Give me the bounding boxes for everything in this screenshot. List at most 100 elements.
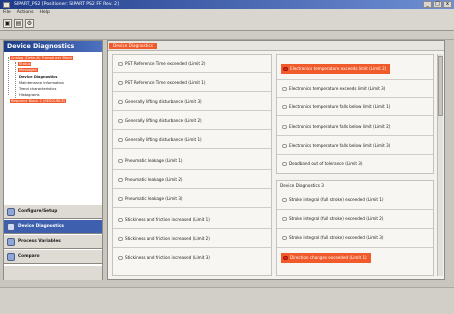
divider	[113, 91, 271, 92]
divider	[277, 228, 433, 229]
status-led-icon	[118, 158, 123, 164]
diagnostics-group-3: Device Diagnostics 3 Stroke integral (fu…	[276, 180, 434, 276]
diag-item[interactable]: Stroke integral (full stroke) exceeded (…	[280, 214, 387, 224]
diag-item-label: Stickiness and friction increased (Limit…	[125, 217, 210, 222]
diag-item-label: Generally lifting disturbance (Limit 1)	[125, 137, 202, 142]
status-led-icon	[282, 124, 287, 130]
diag-item[interactable]: Generally lifting disturbance (Limit 3)	[116, 97, 206, 107]
diag-item[interactable]: Pneumatic leakage (Limit 3)	[116, 194, 187, 204]
status-led-icon	[118, 118, 123, 124]
status-led-icon	[118, 196, 123, 202]
diag-item[interactable]: Electronics temperature falls below limi…	[280, 141, 394, 151]
diag-item[interactable]: Stickiness and friction increased (Limit…	[116, 253, 214, 263]
diag-item[interactable]: Stroke integral (full stroke) exceeded (…	[280, 195, 387, 205]
diag-item-label: PST Reference Time exceeded (Limit 2)	[125, 61, 206, 66]
menu-file[interactable]: File	[3, 9, 11, 17]
status-led-icon	[282, 104, 287, 110]
diag-item[interactable]: PST Reference Time exceeded (Limit 1)	[116, 78, 209, 88]
status-led-icon	[282, 143, 287, 149]
tree-item-label: Histograms	[19, 93, 40, 98]
status-led-icon	[118, 99, 123, 105]
device-tree: Analog (Default) Transducer Block Status…	[4, 52, 102, 202]
window-controls: _ □ x	[423, 1, 452, 8]
status-led-icon	[118, 177, 123, 183]
nav-comparo[interactable]: Comparo	[4, 249, 102, 264]
scrollbar-thumb[interactable]	[438, 56, 443, 116]
close-button[interactable]: x	[443, 1, 452, 8]
diagnostics-group-2: Electronics temperature exceeds limit (L…	[276, 54, 434, 174]
tree-item-label: Maintenance information	[19, 80, 65, 85]
divider	[113, 247, 271, 248]
diag-item[interactable]: Generally lifting disturbance (Limit 1)	[116, 135, 206, 145]
alarm-led-icon	[283, 255, 288, 261]
diag-item[interactable]: Pneumatic leakage (Limit 1)	[116, 156, 187, 166]
divider	[277, 79, 433, 80]
tree-item-label: Device Diagnostics	[19, 74, 58, 79]
status-led-icon	[282, 197, 287, 203]
compare-icon	[7, 252, 15, 261]
menu-actions[interactable]: Actions	[17, 9, 34, 17]
tree-item-label: Resource Block 2 (RESOURCE)	[10, 99, 67, 104]
status-led-icon	[118, 255, 123, 261]
menu-help[interactable]: Help	[39, 9, 49, 17]
tree-item-label: Status	[18, 62, 32, 67]
device-icon[interactable]: ▤	[14, 19, 23, 28]
nav-configure-setup[interactable]: Configure/Setup	[4, 204, 102, 219]
nav-label: Process Variables	[18, 239, 61, 244]
minimize-button[interactable]: _	[423, 1, 432, 8]
process-variables-icon	[7, 237, 15, 246]
diagnostics-scrollbar[interactable]	[437, 54, 443, 276]
diag-item-label: Generally lifting disturbance (Limit 3)	[125, 99, 202, 104]
diag-item[interactable]: Electronics temperature falls below limi…	[280, 102, 394, 112]
diag-item-label: Deadband out of tolerance (Limit 3)	[289, 161, 363, 166]
divider	[113, 228, 271, 229]
diag-item[interactable]: Stickiness and friction increased (Limit…	[116, 215, 214, 225]
diag-item-label: Electronics temperature exceeds limit (L…	[290, 66, 387, 71]
diag-item[interactable]: Deadband out of tolerance (Limit 3)	[280, 159, 367, 169]
diag-item[interactable]: Pneumatic leakage (Limit 2)	[116, 175, 187, 185]
divider	[277, 209, 433, 210]
status-led-icon	[282, 86, 287, 92]
diagnostics-panel-header: Device Diagnostics	[108, 41, 444, 51]
nav-process-variables[interactable]: Process Variables	[4, 234, 102, 249]
divider	[113, 148, 271, 149]
window-title-bar: SIPART_PS2 [Positioner: SIPART PS2 FF Re…	[0, 0, 454, 9]
diagnostics-tab[interactable]: Device Diagnostics	[109, 43, 157, 49]
group-title: Device Diagnostics 3	[280, 183, 324, 188]
diagnostics-panel: Device Diagnostics PST Reference Time ex…	[107, 40, 445, 280]
status-led-icon	[282, 161, 287, 167]
diagnostics-list-left: PST Reference Time exceeded (Limit 2) PS…	[112, 54, 272, 276]
toolbar-strip	[0, 31, 454, 40]
nav-label: Device Diagnostics	[18, 224, 64, 229]
diag-item-label: Stickiness and friction increased (Limit…	[125, 255, 210, 260]
diag-item-label: Generally lifting disturbance (Limit 2)	[125, 118, 202, 123]
diag-item[interactable]: Electronics temperature exceeds limit (L…	[280, 84, 389, 94]
network-icon[interactable]: ⚙	[25, 19, 34, 28]
status-bar	[0, 287, 454, 314]
menu-bar: File Actions Help	[0, 9, 454, 17]
navigation-footer	[4, 266, 102, 280]
disk-icon[interactable]: ▣	[3, 19, 12, 28]
divider	[113, 110, 271, 111]
nav-device-diagnostics[interactable]: Device Diagnostics	[4, 219, 102, 234]
divider	[277, 247, 433, 248]
divider	[113, 129, 271, 130]
diag-item-label: PST Reference Time exceeded (Limit 1)	[125, 80, 206, 85]
divider	[113, 169, 271, 170]
divider	[277, 115, 433, 116]
maximize-button[interactable]: □	[433, 1, 442, 8]
status-led-icon	[282, 235, 287, 241]
diag-item-label: Stroke integral (full stroke) exceeded (…	[289, 197, 384, 202]
navigation-panel: Device Diagnostics Analog (Default) Tran…	[3, 40, 103, 280]
diag-item[interactable]: Generally lifting disturbance (Limit 2)	[116, 116, 206, 126]
diag-item-alarm[interactable]: Electronics temperature exceeds limit (L…	[281, 64, 391, 74]
diag-item[interactable]: PST Reference Time exceeded (Limit 2)	[116, 59, 209, 69]
divider	[277, 97, 433, 98]
nav-label: Comparo	[18, 254, 40, 259]
diag-item-alarm[interactable]: Direction changes exceeded (Limit 1)	[281, 253, 371, 263]
tree-item-label: Trend characteristics	[19, 86, 57, 91]
diag-item[interactable]: Electronics temperature falls below limi…	[280, 122, 394, 132]
diag-item[interactable]: Stroke integral (full stroke) exceeded (…	[280, 233, 387, 243]
diag-item[interactable]: Stickiness and friction increased (Limit…	[116, 234, 214, 244]
tree-item-resource-block[interactable]: Resource Block 2 (RESOURCE)	[4, 98, 102, 104]
